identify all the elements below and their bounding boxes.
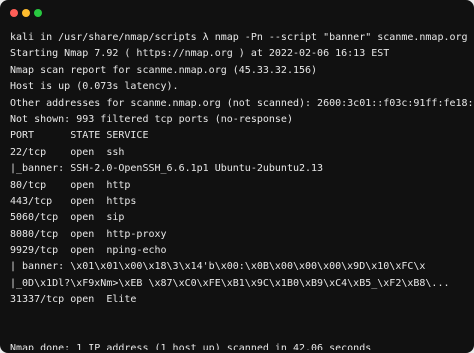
port-row: 5060/tcp open sip	[10, 212, 125, 224]
window-titlebar	[0, 0, 474, 26]
banner-line: |_0D\x1Dl?\xF9xNm>\xEB \x87\xC0\xFE\xB1\…	[10, 277, 450, 289]
maximize-window-button[interactable]	[34, 9, 42, 17]
port-table-header: PORT STATE SERVICE	[10, 130, 149, 142]
minimize-window-button[interactable]	[22, 9, 30, 17]
terminal-output-line: Nmap scan report for scanme.nmap.org (45…	[10, 64, 318, 76]
banner-line: | banner: \x01\x01\x00\x18\3\x14'b\x00:\…	[10, 261, 426, 273]
close-window-button[interactable]	[10, 9, 18, 17]
terminal-output-line: Other addresses for scanme.nmap.org (not…	[10, 97, 472, 109]
banner-line: |_banner: SSH-2.0-OpenSSH_6.6.1p1 Ubuntu…	[10, 163, 324, 175]
port-row: 8080/tcp open http-proxy	[10, 228, 167, 240]
port-row: 22/tcp open ssh	[10, 146, 125, 158]
terminal-output-line: Host is up (0.073s latency).	[10, 81, 179, 93]
terminal-command-line: kali in /usr/share/nmap/scripts λ nmap -…	[10, 32, 468, 43]
port-row: 80/tcp open http	[10, 179, 131, 191]
port-row: 9929/tcp open nping-echo	[10, 245, 167, 257]
terminal-output-line: Starting Nmap 7.92 ( https://nmap.org ) …	[10, 48, 390, 60]
terminal-window: kali in /usr/share/nmap/scripts λ nmap -…	[0, 0, 474, 353]
terminal-output[interactable]: kali in /usr/share/nmap/scripts λ nmap -…	[10, 30, 472, 350]
scan-summary-line: Nmap done: 1 IP address (1 host up) scan…	[10, 343, 372, 350]
port-row: 443/tcp open https	[10, 195, 137, 207]
port-row: 31337/tcp open Elite	[10, 294, 137, 306]
terminal-output-line: Not shown: 993 filtered tcp ports (no-re…	[10, 113, 293, 125]
